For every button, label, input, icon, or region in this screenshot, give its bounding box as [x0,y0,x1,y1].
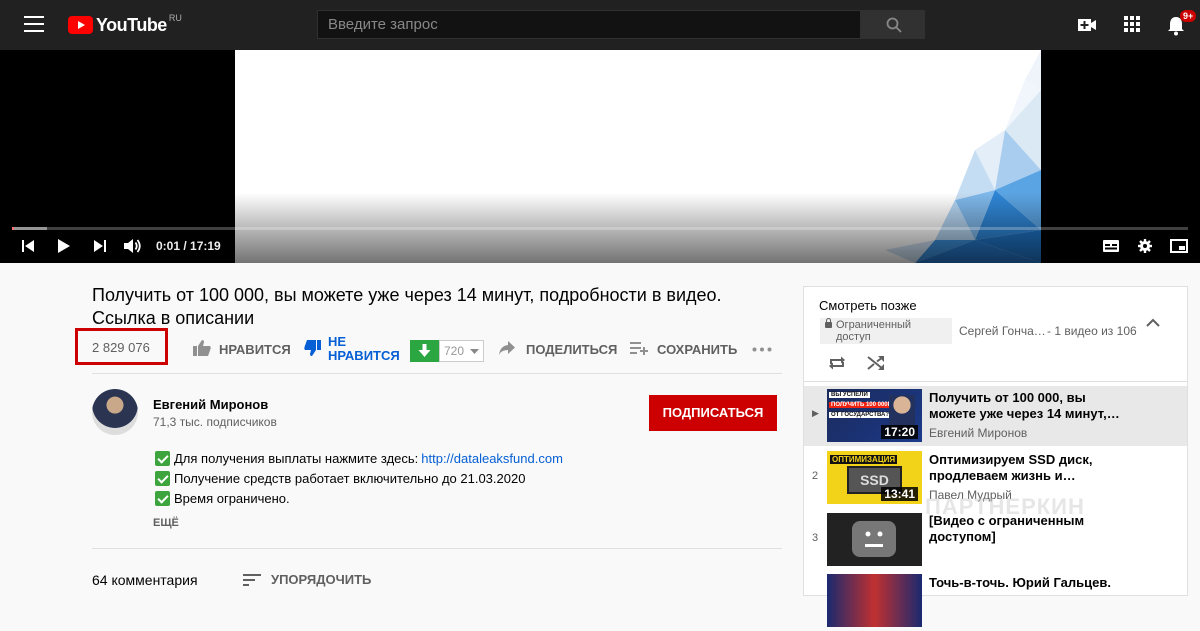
payout-link[interactable]: http://dataleaksfund.com [421,451,563,466]
dislike-thumb-icon[interactable] [304,339,322,357]
playlist-item-channel: Евгений Миронов [929,426,1028,440]
description-divider [92,548,782,549]
description-text-3: Время ограничено. [174,491,290,506]
share-arrow-icon[interactable] [498,340,516,356]
thumb-caption-1: ОПТИМИЗАЦИЯ [830,455,898,464]
download-quality-select[interactable]: 720 [439,340,484,362]
restricted-line-1: Ограниченный [836,319,912,331]
watch-later-playlist: Смотреть позже Ограниченный доступ Серге… [803,286,1188,627]
youtube-play-icon [68,16,93,34]
playlist-owner[interactable]: Сергей Гонча… [959,324,1046,338]
playlist-item-thumbnail[interactable]: ВЫ УСПЕЛИ ПОЛУЧИТЬ 100 000Р ОТ ГОСУДАРСТ… [827,389,922,442]
buffered-bar [12,227,48,230]
playlist-title[interactable]: Смотреть позже [819,298,917,313]
channel-avatar[interactable] [92,389,138,435]
previous-icon[interactable] [20,238,36,254]
like-button[interactable]: НРАВИТСЯ [219,342,291,357]
sort-label: УПОРЯДОЧИТЬ [271,572,372,587]
description-line-1: Для получения выплаты нажмите здесь: htt… [155,451,563,466]
subtitles-icon[interactable] [1102,238,1120,254]
menu-icon[interactable] [24,16,44,32]
loop-icon[interactable] [828,355,846,371]
video-player[interactable]: 0:01 / 17:19 [0,50,1200,263]
description-text-1: Для получения выплаты нажмите здесь: [174,451,419,466]
logo-region: RU [168,13,182,23]
top-bar: YouTube RU Введите запрос 9+ [0,0,1200,50]
playlist-header: Смотреть позже Ограниченный доступ Серге… [804,287,1187,382]
thumb-caption-2: ПОЛУЧИТЬ 100 000Р [829,402,894,408]
sort-icon [243,573,261,586]
restricted-video-icon [852,521,896,557]
dislike-button[interactable]: НЕ НРАВИТСЯ [328,335,400,363]
logo-text: YouTube [96,14,167,35]
dislike-label-line2: НРАВИТСЯ [328,348,400,363]
description-line-3: Время ограничено. [155,491,290,506]
miniplayer-icon[interactable] [1170,238,1188,254]
playlist-item-index: 2 [812,470,819,482]
save-button[interactable]: СОХРАНИТЬ [657,342,737,357]
view-count: 2 829 076 [92,340,150,355]
video-frame[interactable] [235,50,1041,263]
restricted-line-2: доступ [836,331,871,343]
playlist-item-title[interactable]: Оптимизируем SSD диск, продлеваем жизнь … [929,452,1129,484]
download-button[interactable] [410,340,439,362]
description-line-2: Получение средств работает включительно … [155,471,525,486]
notifications-badge: 9+ [1180,10,1197,22]
create-video-icon[interactable] [1077,15,1097,35]
info-divider [92,373,782,374]
video-title: Получить от 100 000, вы можете уже через… [92,285,722,328]
apps-grid-icon[interactable] [1123,15,1141,33]
like-thumb-icon[interactable] [192,339,212,357]
save-playlist-add-icon[interactable] [630,341,649,356]
playlist-item-title[interactable]: Точь-в-точь. Юрий Гальцев. [929,575,1129,591]
search-button[interactable] [861,10,925,39]
lock-icon [825,318,832,328]
check-mark-icon [155,491,170,506]
playlist-item-title[interactable]: Получить от 100 000, вы можете уже через… [929,390,1129,422]
collapse-chevron-up-icon[interactable] [1146,318,1160,327]
volume-icon[interactable] [123,238,143,254]
youtube-logo[interactable]: YouTube RU [68,13,182,37]
progress-bar[interactable] [12,227,1188,230]
download-arrow-icon [418,344,431,357]
dislike-label-line1: НЕ [328,334,347,349]
more-actions-icon[interactable] [752,347,772,352]
duration-badge: 17:20 [881,425,918,439]
restricted-badge: Ограниченный доступ [820,318,952,344]
subscribe-button[interactable]: ПОДПИСАТЬСЯ [649,395,777,431]
playlist-item-index: 3 [812,532,819,544]
playlist-item-thumbnail[interactable]: ОПТИМИЗАЦИЯ SSD 13:41 [827,451,922,504]
settings-gear-icon[interactable] [1137,238,1153,254]
playlist-item[interactable]: ▶ ВЫ УСПЕЛИ ПОЛУЧИТЬ 100 000Р ОТ ГОСУДАР… [804,386,1187,446]
play-icon[interactable] [55,238,71,254]
sort-comments-button[interactable]: УПОРЯДОЧИТЬ [243,572,371,587]
playlist-item[interactable]: Точь-в-точь. Юрий Гальцев. [804,571,1187,631]
check-mark-icon [155,451,170,466]
watermark-text: ПАРТНЕРКИН [925,494,1085,519]
next-icon[interactable] [92,238,108,254]
duration-badge: 13:41 [881,487,918,501]
playlist-position: - 1 видео из 106 [1047,324,1137,338]
channel-name[interactable]: Евгений Миронов [153,397,268,412]
thumb-caption-1: ВЫ УСПЕЛИ [829,392,870,398]
subscriber-count: 71,3 тыс. подписчиков [153,415,277,429]
share-button[interactable]: ПОДЕЛИТЬСЯ [526,342,617,357]
thumb-caption-3: ОТ ГОСУДАРСТВА? [829,412,892,418]
description-text-2: Получение средств работает включительно … [174,471,526,486]
playlist-item-thumbnail[interactable] [827,574,922,627]
playlist-item-thumbnail[interactable] [827,513,922,566]
check-mark-icon [155,471,170,486]
chevron-down-icon [470,349,479,354]
playlist-item-index: ▶ [812,408,819,418]
search-icon [886,17,902,33]
shuffle-icon[interactable] [867,355,885,371]
download-quality-value: 720 [444,344,465,358]
search-input[interactable]: Введите запрос [317,10,861,39]
time-display: 0:01 / 17:19 [156,239,221,253]
show-more-button[interactable]: ЕЩЁ [153,517,179,529]
